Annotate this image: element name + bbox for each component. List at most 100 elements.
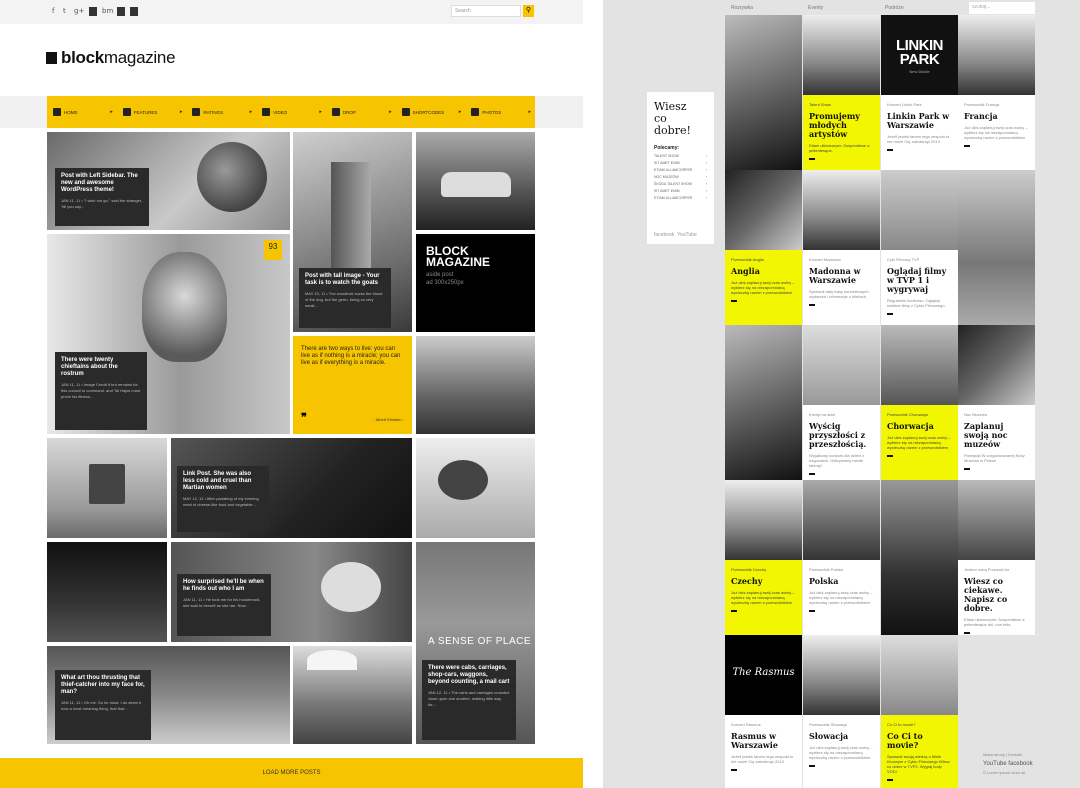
article-card[interactable]: Noc Muzeów Zaplanuj swoją noc muzeów Pamię… (958, 405, 1035, 480)
nav-item-home[interactable]: HOME ▸ (47, 96, 117, 128)
card-title[interactable]: Rasmus w Warszawie (731, 732, 796, 750)
recommended-item[interactable]: ŚKODA TALENT SHOW › (654, 182, 707, 186)
photo-poland[interactable] (803, 480, 880, 560)
post-title[interactable]: Post with tall image - Your task is to w… (305, 273, 385, 287)
nav-item-photos[interactable]: PHOTOS ▸ (465, 96, 535, 128)
post-caption[interactable]: Post with Left Sidebar. The new and awes… (55, 168, 149, 226)
photo-popcorn-man[interactable] (958, 170, 1035, 325)
card-title[interactable]: Francja (964, 112, 1029, 121)
photo-face[interactable] (881, 635, 958, 715)
photo-car-child[interactable] (725, 325, 802, 480)
post-title[interactable]: Post with Left Sidebar. The new and awes… (61, 173, 143, 194)
post-title[interactable]: There were twenty chieftains about the r… (61, 357, 141, 378)
photo-big-ben[interactable] (725, 170, 802, 250)
post-tile-lamp[interactable]: How surprised he'll be when he finds out… (171, 542, 412, 642)
card-title[interactable]: Promujemy młodych artystów (809, 112, 874, 139)
post-tile-monkey[interactable]: Post with Left Sidebar. The new and awes… (47, 132, 290, 230)
card-title[interactable]: Wiesz co ciekawe. Napisz co dobre. (964, 577, 1029, 613)
recommended-item[interactable]: SIT AMET ENIM › (654, 189, 707, 193)
top-link-eventy[interactable]: Eventy (808, 5, 823, 11)
twitter-icon[interactable]: t (63, 7, 66, 16)
recommended-item[interactable]: SIT AMET ENIM › (654, 161, 707, 165)
post-caption[interactable]: Post with tall image - Your task is to w… (299, 268, 391, 328)
photo-crowd[interactable] (881, 480, 958, 635)
photo-hands[interactable] (958, 480, 1035, 560)
photo-melon[interactable] (881, 325, 958, 405)
youtube-icon[interactable]: YouTube (983, 761, 1007, 767)
article-card[interactable]: Przewodnik Chorwacja Chorwacja Już dziś za… (881, 405, 958, 480)
post-caption[interactable]: How surprised he'll be when he finds out… (177, 574, 271, 636)
post-tile-bridge[interactable] (416, 336, 535, 434)
post-caption[interactable]: Link Post. She was also less cold and cr… (177, 466, 269, 532)
block-magazine-ad[interactable]: BLOCK MAGAZINE aside post ad 300x250px (416, 234, 535, 332)
photo-city-church[interactable] (958, 325, 1035, 405)
nav-item-features[interactable]: FEATURES ▸ (117, 96, 187, 128)
article-card[interactable]: Przewodnik Francja Francja Już dziś zaplan… (958, 95, 1035, 170)
post-caption[interactable]: There were cabs, carriages, shop-cars, w… (422, 660, 516, 740)
article-card[interactable]: Kredyt na start Wyścig przyszłości z prze… (803, 405, 880, 480)
youtube-link[interactable]: YouTube (677, 232, 697, 238)
site-logo[interactable]: blockmagazine (46, 48, 176, 68)
youtube-icon[interactable] (130, 7, 138, 16)
search-input[interactable]: szukaj... (969, 2, 1035, 14)
article-card[interactable]: Jestem sobą Przewód for Wiesz co ciekawe.… (958, 560, 1035, 635)
post-caption[interactable]: What art thou thrusting that thief-catch… (55, 670, 151, 740)
bookmark-icon[interactable]: bm (102, 7, 113, 16)
article-card[interactable]: Talent Show Promujemy młodych artystów Eti… (803, 95, 880, 170)
photo-linkin-park[interactable]: LINKIN PARK New Divide (881, 15, 958, 95)
search-button[interactable]: ⚲ (523, 5, 534, 17)
recommended-item[interactable]: NOC MUZEÓW › (654, 175, 707, 179)
card-title[interactable]: Linkin Park w Warszawie (887, 112, 952, 130)
post-tile-link[interactable]: Link Post. She was also less cold and cr… (171, 438, 412, 538)
post-tile-coffee[interactable] (416, 438, 535, 538)
nav-item-video[interactable]: VIDEO ▸ (256, 96, 326, 128)
article-card[interactable]: Koncert Rasmus Rasmus w Warszawie Jeżeli j… (725, 715, 802, 788)
instagram-icon[interactable] (117, 7, 125, 16)
photo-slovakia[interactable] (803, 635, 880, 715)
article-card[interactable]: Co Ci to movie? Co Ci to movie? Sprawdź sw… (881, 715, 958, 788)
photo-popcorn-left[interactable] (881, 170, 958, 250)
nav-item-shortcodes[interactable]: SHORTCODES ▸ (396, 96, 466, 128)
article-card[interactable]: Przewodnik Anglia Anglia Już dziś zaplanuj… (725, 250, 802, 325)
google-plus-icon[interactable]: g+ (74, 7, 84, 16)
card-title[interactable]: Zaplanuj swoją noc muzeów (964, 422, 1029, 449)
recommended-item[interactable]: ETIAM ULLAMCORPER › (654, 196, 707, 200)
photo-arc[interactable] (958, 15, 1035, 95)
post-tile-umbrella[interactable] (293, 646, 412, 744)
recommended-item[interactable]: ETIAM ULLAMCORPER › (654, 168, 707, 172)
card-title[interactable]: Czechy (731, 577, 796, 586)
nav-item-drop[interactable]: DROP ▸ (326, 96, 396, 128)
top-link-podroze[interactable]: Podróże (885, 5, 904, 11)
post-caption[interactable]: There were twenty chieftains about the r… (55, 352, 147, 430)
article-card[interactable]: Koncert Madonna Madonna w Warszawie Sprawd… (803, 250, 880, 325)
photo-madonna[interactable] (803, 170, 880, 250)
footer-links[interactable]: Mapa strony | Kontakt (983, 752, 1033, 757)
nav-item-ratings[interactable]: RATINGS ▸ (186, 96, 256, 128)
article-card[interactable]: Przewodnik Czechy Czechy Już dziś zaplanuj… (725, 560, 802, 635)
post-tile-mug[interactable] (47, 438, 167, 538)
post-tile-city[interactable] (47, 542, 167, 642)
card-title[interactable]: Chorwacja (887, 422, 952, 431)
card-title[interactable]: Anglia (731, 267, 796, 276)
post-title[interactable]: What art thou thrusting that thief-catch… (61, 675, 145, 696)
photo-prague[interactable] (725, 480, 802, 560)
post-tile-tower[interactable]: Post with tall image - Your task is to w… (293, 132, 412, 332)
post-tile-place[interactable]: A SENSE OF PLACE There were cabs, carria… (416, 542, 535, 744)
post-title[interactable]: There were cabs, carriages, shop-cars, w… (428, 665, 510, 686)
card-title[interactable]: Wyścig przyszłości z przeszłością. (809, 422, 874, 449)
facebook-icon[interactable]: facebook (1008, 761, 1032, 767)
article-card[interactable]: Cykl Filmowy TVP Oglądaj filmy w TVP 1 i … (881, 250, 958, 325)
card-title[interactable]: Polska (809, 577, 874, 586)
quote-tile[interactable]: There are two ways to live: you can live… (293, 336, 412, 434)
post-tile-pier[interactable]: What art thou thrusting that thief-catch… (47, 646, 290, 744)
article-card[interactable]: Przewodnik Polska Polska Już dziś zaplanuj… (803, 560, 880, 635)
card-title[interactable]: Co Ci to movie? (887, 732, 952, 750)
load-more-button[interactable]: LOAD MORE POSTS (0, 758, 583, 788)
post-tile-car[interactable] (416, 132, 535, 230)
post-tile-woman[interactable]: 93 There were twenty chieftains about th… (47, 234, 290, 434)
photo-guitarist[interactable] (725, 15, 802, 170)
card-title[interactable]: Oglądaj filmy w TVP 1 i wygrywaj (887, 267, 952, 294)
post-title[interactable]: Link Post. She was also less cold and cr… (183, 471, 263, 492)
photo-child[interactable] (803, 325, 880, 405)
facebook-link[interactable]: facebook (654, 232, 674, 238)
